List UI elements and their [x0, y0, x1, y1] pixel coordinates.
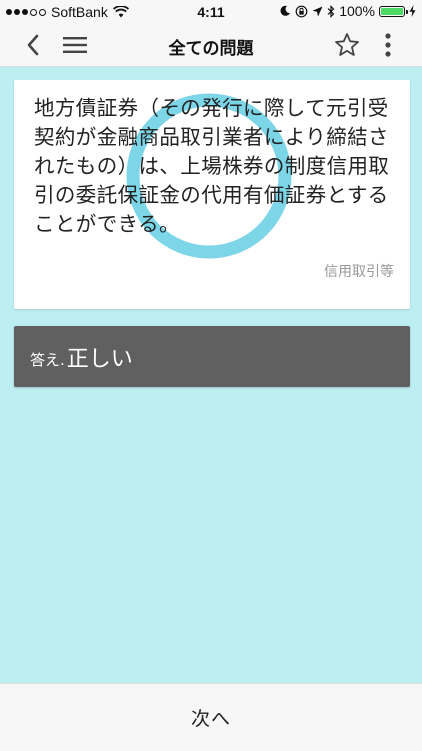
question-text: 地方債証券（その発行に際して元引受契約が金融商品取引業者により締結されたもの）は… [34, 96, 390, 236]
next-button-label: 次へ [190, 708, 231, 730]
battery-icon [379, 5, 408, 17]
battery-level [381, 7, 403, 15]
question-card: 地方債証券（その発行に際して元引受契約が金融商品取引業者により締結されたもの）は… [14, 80, 410, 309]
battery-percent: 100% [339, 3, 375, 19]
favorite-button[interactable] [330, 28, 364, 62]
question-category: 信用取引等 [324, 264, 394, 280]
star-icon [335, 33, 359, 56]
chevron-left-icon [27, 34, 39, 56]
moon-icon [280, 5, 291, 16]
next-button[interactable]: 次へ [0, 683, 422, 751]
status-bar: SoftBank 4:11 100% [0, 0, 422, 24]
answer-value: 正しい [66, 346, 133, 372]
hamburger-icon [63, 37, 87, 53]
more-options-button[interactable] [376, 28, 400, 62]
menu-button[interactable] [58, 28, 92, 62]
answer-prefix: 答え. [30, 351, 65, 369]
answer-card[interactable]: 答え. 正しい [14, 326, 410, 387]
rotation-lock-icon [295, 5, 308, 17]
navigation-bar: 全ての問題 [0, 24, 422, 67]
charging-icon [409, 5, 416, 17]
status-right: 100% [279, 3, 416, 19]
back-button[interactable] [18, 28, 48, 62]
more-vertical-icon [385, 33, 391, 57]
location-icon [312, 6, 323, 16]
bluetooth-icon [327, 4, 335, 18]
